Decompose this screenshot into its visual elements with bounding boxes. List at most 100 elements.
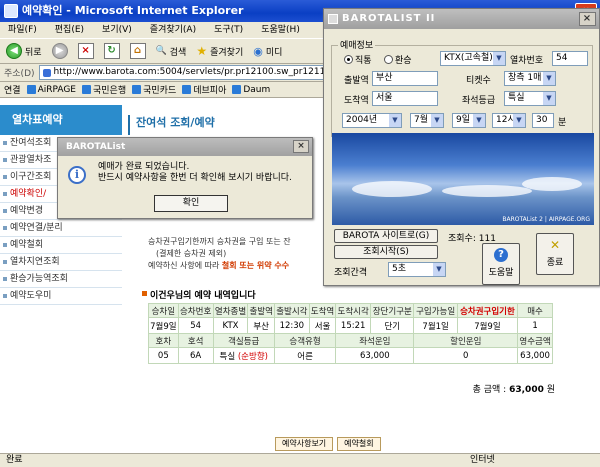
close-icon[interactable]: × <box>293 140 309 153</box>
site-button[interactable]: BAROTA 사이트로(G) <box>334 229 438 243</box>
help-button[interactable]: ? 도움말 <box>482 243 520 285</box>
table-cell: KTX <box>212 317 249 334</box>
interval-select[interactable]: 5초 <box>388 262 446 277</box>
favorites-button[interactable]: ★ 즐겨찾기 <box>193 42 246 60</box>
ie-app-icon <box>4 4 18 18</box>
table-header: 승차번호 <box>177 303 214 318</box>
table-cell: 1 <box>517 317 553 334</box>
train-type-select[interactable]: KTX(고속철) <box>440 51 506 66</box>
cancel-reservation-button[interactable]: 예약철회 <box>337 437 381 451</box>
nav-item-delay[interactable]: 열차지연조회 <box>0 254 122 271</box>
table-cell: 12:30 <box>273 317 310 334</box>
page-title: 잔여석 조회/예약 <box>128 115 328 135</box>
barota-title-bar: BAROTALIST II × <box>324 9 599 29</box>
media-button[interactable]: ◉ 미디 <box>250 43 285 60</box>
home-icon: ⌂ <box>129 43 146 59</box>
nav-item-transfer[interactable]: 환승가능역조회 <box>0 271 122 288</box>
ok-button[interactable]: 확인 <box>154 195 228 212</box>
stop-icon: × <box>77 43 94 59</box>
table-header: 승차권구입기한 <box>456 303 519 318</box>
radio-transfer-label: 환승 <box>395 56 412 66</box>
total-value: 63,000 <box>509 385 544 395</box>
link-icon <box>232 85 242 94</box>
nav-item-cancel[interactable]: 예약철회 <box>0 237 122 254</box>
menu-file[interactable]: 파일(F) <box>8 25 37 35</box>
dialog-line-2: 반드시 예약사항을 한번 더 확인해 보시기 바랍니다. <box>98 173 292 183</box>
favorites-label: 즐겨찾기 <box>210 47 244 58</box>
total-unit: 원 <box>546 385 555 395</box>
group-label: 예매정보 <box>338 38 376 51</box>
arr-input[interactable]: 서울 <box>372 91 438 106</box>
menu-tools[interactable]: 도구(T) <box>214 25 243 35</box>
media-icon: ◉ <box>253 44 263 58</box>
seat-class-select[interactable]: 특실 <box>504 91 556 106</box>
table-header: 승차일 <box>148 303 179 318</box>
back-button[interactable]: ◀ 뒤로 <box>3 41 45 61</box>
link-airpage[interactable]: AiRPAGE <box>26 85 76 95</box>
cloud-shape <box>442 185 532 197</box>
section-title: 이건우님의 예약 내역입니다 <box>142 288 256 301</box>
reservation-table: 승차일 승차번호 열차종별 출발역 출발시각 도착역 도착시각 장단기구분 구입가능일 승차권구입… <box>148 303 553 364</box>
table-cell: 6A <box>177 347 214 364</box>
dep-label: 출발역 <box>344 76 369 86</box>
start-search-button[interactable]: 조회시작(S) <box>334 245 438 259</box>
year-select[interactable]: 2004년 <box>342 113 402 128</box>
alert-dialog: BAROTAList × i 예매가 완료 되었습니다. 반드시 예약사항을 한번 … <box>57 137 313 219</box>
search-button[interactable]: 🔍 검색 <box>153 43 190 60</box>
menu-help[interactable]: 도움말(H) <box>261 25 300 35</box>
radio-direct[interactable]: 직통 <box>344 53 372 66</box>
refresh-button[interactable]: ↻ <box>101 41 123 61</box>
table-header: 할인운임 <box>413 333 519 348</box>
close-icon[interactable]: × <box>579 12 596 26</box>
radio-off-icon <box>384 55 393 64</box>
table-row: 7월9일 54 KTX 부산 12:30 서울 15:21 단기 7월1일 7월9일 1 <box>148 317 553 334</box>
view-reservation-button[interactable]: 예약사항보기 <box>275 437 334 451</box>
interval-label: 조회간격 <box>334 268 368 278</box>
notice-line-1: 승차권구입기한까지 승차권을 구입 또는 잔 <box>148 237 291 246</box>
link-daum[interactable]: Daum <box>232 85 270 95</box>
dialog-message: 예매가 완료 되었습니다. 반드시 예약사항을 한번 더 확인해 보시기 바랍니다… <box>98 162 292 184</box>
minute-unit: 분 <box>558 118 567 128</box>
hour-select[interactable]: 12시 <box>492 113 526 128</box>
menu-bar: 파일(F) 편집(E) 보기(V) 즐겨찾기(A) 도구(T) 도움말(H) <box>0 22 330 38</box>
links-bar: 연결 AiRPAGE 국민은행 국민카드 데브피아 Daum <box>0 82 330 98</box>
barota-window: BAROTALIST II× 예매정보 직통 환승 KTX(고속철) 열차번호 … <box>323 8 600 286</box>
nav-item-helper[interactable]: 예약도우미 <box>0 288 122 305</box>
ticket-count-select[interactable]: 창측 1매 <box>504 71 556 86</box>
table-header: 객실등급 <box>212 333 275 348</box>
train-no-input[interactable]: 54 <box>552 51 588 66</box>
exit-button[interactable]: ✕ 종료 <box>536 233 574 275</box>
total-amount: 총 금액 : 63,000 원 <box>400 382 555 395</box>
menu-view[interactable]: 보기(V) <box>102 25 132 35</box>
table-header: 출발역 <box>247 303 275 318</box>
total-label: 총 금액 : <box>472 385 507 395</box>
link-devpia[interactable]: 데브피아 <box>182 83 226 96</box>
menu-edit[interactable]: 편집(E) <box>55 25 84 35</box>
cloud-shape <box>522 177 582 191</box>
forward-button[interactable]: ▶ <box>49 41 71 61</box>
question-icon: ? <box>494 248 508 262</box>
address-input[interactable]: http://www.barota.com:5004/servlets/pr.p… <box>38 65 330 80</box>
class-text: 특실 <box>219 351 236 362</box>
direction-text: (순방향) <box>237 351 268 362</box>
month-select[interactable]: 7월 <box>410 113 444 128</box>
notice-line-2-text: 예약하신 사항에 따라 <box>148 261 222 270</box>
table-cell: 특실 (순방향) <box>212 347 275 364</box>
dep-input[interactable]: 부산 <box>372 71 438 86</box>
day-select[interactable]: 9일 <box>452 113 486 128</box>
radio-direct-label: 직통 <box>355 56 372 66</box>
link-kbank[interactable]: 국민은행 <box>81 83 126 96</box>
link-icon <box>26 85 36 94</box>
table-cell: 05 <box>148 347 179 364</box>
dialog-title-bar: BAROTAList × <box>58 138 312 156</box>
table-header: 호차 <box>148 333 179 348</box>
minute-input[interactable]: 30 <box>532 113 554 128</box>
nav-item-link[interactable]: 예약연결/분리 <box>0 220 122 237</box>
stop-button[interactable]: × <box>75 41 97 61</box>
table-header: 장단기구분 <box>370 303 415 318</box>
radio-transfer[interactable]: 환승 <box>384 53 412 66</box>
home-button[interactable]: ⌂ <box>127 41 149 61</box>
menu-favorites[interactable]: 즐겨찾기(A) <box>150 25 196 35</box>
table-header: 도착시각 <box>335 303 372 318</box>
link-kbcard[interactable]: 국민카드 <box>132 83 176 96</box>
